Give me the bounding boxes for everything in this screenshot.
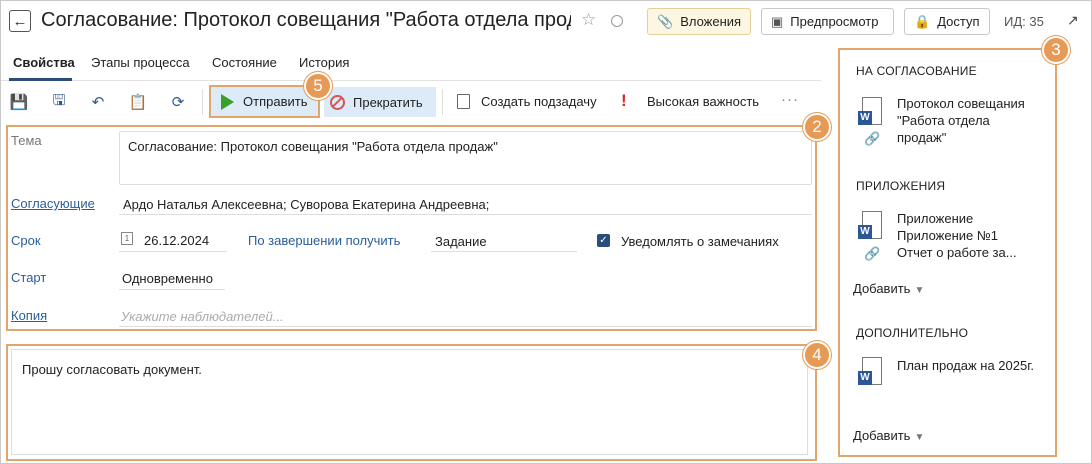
word-badge: W [858,225,872,239]
attachment-item[interactable]: Отчет о работе за... [897,244,1047,261]
page-title: Согласование: Протокол совещания "Работа… [41,9,571,31]
create-subtask-button[interactable]: Создать подзадачу [481,94,597,109]
stop-button[interactable]: Прекратить [324,87,436,117]
attachment-item[interactable]: Приложение [897,210,1047,227]
callout-badge: 2 [803,113,831,141]
doc-line: "Работа отдела [897,113,990,128]
toolbar-divider [202,89,203,115]
tab-process-stages[interactable]: Этапы процесса [91,55,190,70]
copy-input[interactable]: Укажите наблюдателей... [121,309,284,324]
add-attachment-button[interactable]: Добавить ▼ [853,281,924,296]
add-label: Добавить [853,281,911,296]
preview-icon: ▣ [771,13,784,29]
word-document-icon[interactable]: W [858,357,882,387]
callout-badge: 5 [304,72,332,100]
undo-icon[interactable]: ↶ [88,92,108,112]
approvers-field[interactable]: Ардо Наталья Алексеевна; Суворова Екатер… [123,197,489,212]
subject-label: Тема [11,133,42,148]
attachments-label: Вложения [680,14,742,29]
word-badge: W [858,111,872,125]
copy-icon[interactable]: 📋 [128,92,148,112]
copy-underline [119,326,812,327]
word-document-icon[interactable]: W [858,211,882,241]
approvers-label[interactable]: Согласующие [11,196,95,211]
on-complete-label[interactable]: По завершении получить [248,233,400,248]
stop-icon [330,94,345,110]
tab-history[interactable]: История [299,55,349,70]
subtask-icon[interactable] [457,94,470,109]
deadline-label: Срок [11,233,41,248]
arrow-left-icon: ← [12,12,28,30]
subject-field[interactable]: Согласование: Протокол совещания "Работа… [119,131,812,185]
open-external-icon[interactable]: ↗ [1067,12,1079,29]
link-icon: 🔗 [864,131,881,146]
status-circle-icon[interactable] [611,15,623,27]
attachments-button[interactable]: 📎 Вложения [647,8,751,35]
window: ← Согласование: Протокол совещания "Рабо… [0,0,1092,464]
lock-icon: 🔒 [914,13,931,29]
deadline-underline [119,251,227,252]
preview-button[interactable]: ▣ Предпросмотр [761,8,894,35]
deadline-field[interactable]: 26.12.2024 [144,233,209,248]
add-label: Добавить [853,428,911,443]
save-and-close-icon[interactable]: 🖫 [49,92,69,112]
word-badge: W [858,371,872,385]
back-button[interactable]: ← [9,10,31,32]
send-label: Отправить [243,94,308,109]
chevron-down-icon: ▼ [914,285,925,296]
access-button[interactable]: 🔒 Доступ [904,8,990,35]
link-icon: 🔗 [864,246,881,261]
tab-properties[interactable]: Свойства [13,55,75,70]
star-icon[interactable]: ☆ [581,10,596,30]
send-button[interactable]: Отправить [209,85,320,118]
on-complete-select[interactable]: Задание [435,234,487,249]
attachments-heading: ПРИЛОЖЕНИЯ [856,179,946,193]
additional-heading: ДОПОЛНИТЕЛЬНО [856,326,969,340]
start-label: Старт [11,270,47,285]
callout-badge: 4 [803,341,831,369]
toolbar: 💾 🖫 ↶ 📋 ⟳ Отправить Прекратить Создать п… [1,83,821,121]
refresh-icon[interactable]: ⟳ [168,92,188,112]
paperclip-icon: 📎 [657,13,674,29]
chevron-down-icon: ▼ [914,432,925,443]
doc-line: продаж" [897,130,947,145]
callout-badge: 3 [1042,36,1070,64]
document-id: ИД: 35 [1004,14,1044,29]
tab-bar: Свойства Этапы процесса Состояние Истори… [1,49,821,81]
active-tab-indicator [9,78,72,81]
title-bar: ← Согласование: Протокол совещания "Рабо… [1,1,1092,43]
for-approval-document[interactable]: Протокол совещания "Работа отдела продаж… [897,95,1047,146]
toolbar-divider [442,89,443,115]
preview-label: Предпросмотр [790,14,879,29]
copy-label[interactable]: Копия [11,308,47,323]
notify-checkbox[interactable]: ✓ [597,234,610,247]
exclamation-icon[interactable]: ! [621,91,627,111]
word-document-icon[interactable]: W [858,97,882,127]
attachments-list: Приложение Приложение №1 Отчет о работе … [897,210,1047,261]
on-complete-underline [431,251,577,252]
stop-label: Прекратить [353,94,423,110]
add-additional-button[interactable]: Добавить ▼ [853,428,924,443]
calendar-icon[interactable]: 1 [121,232,133,245]
doc-line: Протокол совещания [897,96,1025,111]
more-icon[interactable]: ··· [781,91,799,108]
save-icon[interactable]: 💾 [9,92,29,112]
notify-label: Уведомлять о замечаниях [621,234,779,249]
attachment-item[interactable]: Приложение №1 [897,227,1047,244]
access-label: Доступ [937,14,980,29]
start-select[interactable]: Одновременно [122,271,213,286]
start-underline [119,289,225,290]
for-approval-heading: НА СОГЛАСОВАНИЕ [856,64,977,78]
approvers-underline [119,214,812,215]
play-icon [221,93,234,110]
additional-document[interactable]: План продаж на 2025г. [897,357,1047,374]
tab-state[interactable]: Состояние [212,55,277,70]
high-importance-button[interactable]: Высокая важность [647,94,759,109]
comment-textarea[interactable]: Прошу согласовать документ. [11,349,808,455]
